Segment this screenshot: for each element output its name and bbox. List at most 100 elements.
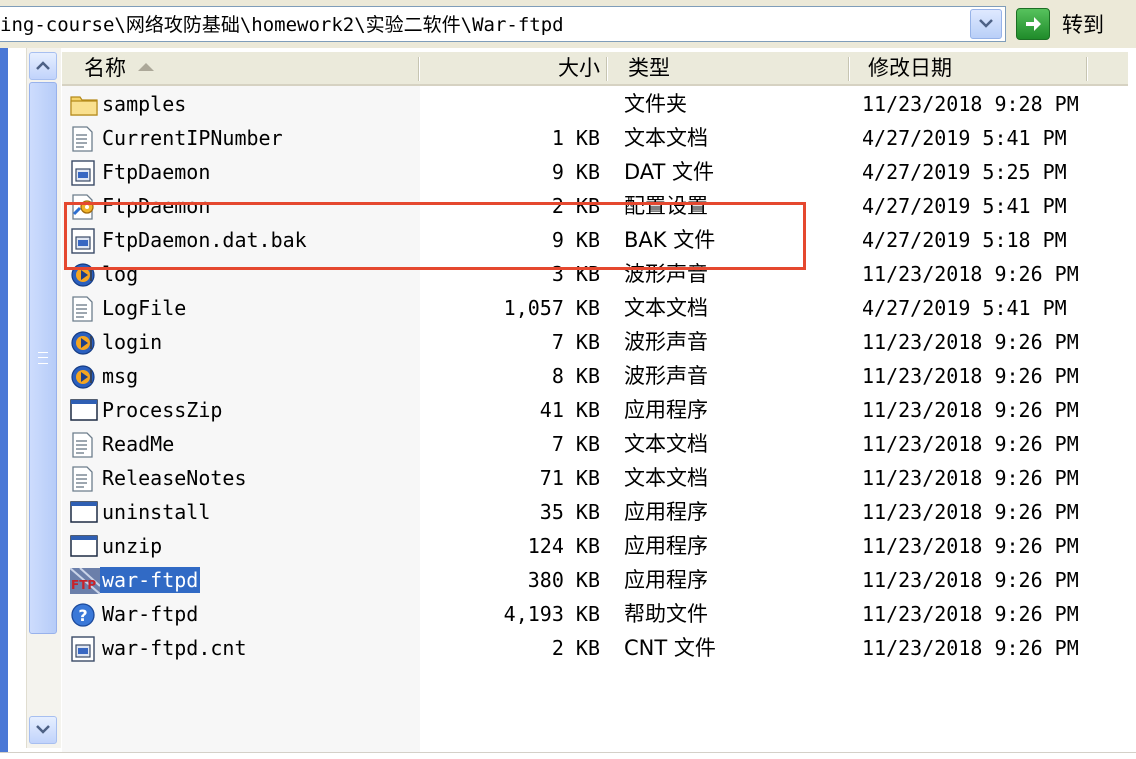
file-row[interactable]: log 3 KB 波形声音 11/23/2018 9:26 PM xyxy=(0,257,1136,291)
file-size: 3 KB xyxy=(551,262,600,286)
scroll-up-button[interactable] xyxy=(29,52,57,80)
generic-file-icon xyxy=(70,160,98,186)
file-size: 41 KB xyxy=(539,398,600,422)
file-row[interactable]: unzip 124 KB 应用程序 11/23/2018 9:26 PM xyxy=(0,529,1136,563)
file-row[interactable]: samples 文件夹 11/23/2018 9:28 PM xyxy=(0,87,1136,121)
go-button[interactable]: 转到 xyxy=(1016,7,1128,41)
generic-file-icon xyxy=(70,228,98,254)
file-type: 文本文档 xyxy=(624,296,708,320)
file-type: 波形声音 xyxy=(624,364,708,388)
file-date: 11/23/2018 9:26 PM xyxy=(862,466,1079,490)
file-date: 11/23/2018 9:26 PM xyxy=(862,432,1079,456)
go-label: 转到 xyxy=(1062,13,1104,37)
chevron-down-icon xyxy=(979,19,993,28)
file-type: 文本文档 xyxy=(624,466,708,490)
file-type: CNT 文件 xyxy=(624,636,716,660)
file-row[interactable]: FtpDaemon.dat.bak 9 KB BAK 文件 4/27/2019 5:1… xyxy=(0,223,1136,257)
file-row[interactable]: ReadMe 7 KB 文本文档 11/23/2018 9:26 PM xyxy=(0,427,1136,461)
file-type: 应用程序 xyxy=(624,398,708,422)
file-size: 7 KB xyxy=(551,330,600,354)
file-name[interactable]: log xyxy=(102,261,138,287)
file-type: 文件夹 xyxy=(624,92,687,116)
file-name[interactable]: samples xyxy=(102,91,186,117)
column-header-name-label: 名称 xyxy=(84,56,126,80)
folder-icon xyxy=(70,92,98,118)
svg-text:?: ? xyxy=(78,606,87,625)
file-row[interactable]: FtpDaemon 2 KB 配置设置 4/27/2019 5:41 PM xyxy=(0,189,1136,223)
file-row[interactable]: FtpDaemon 9 KB DAT 文件 4/27/2019 5:25 PM xyxy=(0,155,1136,189)
file-name[interactable]: FtpDaemon.dat.bak xyxy=(102,227,307,253)
file-size: 7 KB xyxy=(551,432,600,456)
file-type: 应用程序 xyxy=(624,534,708,558)
file-date: 11/23/2018 9:26 PM xyxy=(862,534,1079,558)
column-header-type[interactable]: 类型 xyxy=(628,52,838,84)
file-date: 11/23/2018 9:26 PM xyxy=(862,398,1079,422)
file-size: 9 KB xyxy=(551,160,600,184)
file-date: 4/27/2019 5:41 PM xyxy=(862,194,1067,218)
file-row[interactable]: war-ftpd.cnt 2 KB CNT 文件 11/23/2018 9:26 PM xyxy=(0,631,1136,665)
file-name[interactable]: FtpDaemon xyxy=(102,159,210,185)
config-file-icon xyxy=(70,194,98,220)
file-row[interactable]: CurrentIPNumber 1 KB 文本文档 4/27/2019 5:41 PM xyxy=(0,121,1136,155)
file-date: 4/27/2019 5:41 PM xyxy=(862,126,1067,150)
generic-file-icon xyxy=(70,636,98,662)
file-name[interactable]: ReadMe xyxy=(102,431,174,457)
file-size: 1,057 KB xyxy=(503,296,600,320)
file-size: 71 KB xyxy=(539,466,600,490)
file-name[interactable]: unzip xyxy=(102,533,162,559)
file-row[interactable]: uninstall 35 KB 应用程序 11/23/2018 9:26 PM xyxy=(0,495,1136,529)
file-name[interactable]: LogFile xyxy=(102,295,186,321)
file-row[interactable]: login 7 KB 波形声音 11/23/2018 9:26 PM xyxy=(0,325,1136,359)
file-name[interactable]: ReleaseNotes xyxy=(102,465,247,491)
file-date: 11/23/2018 9:26 PM xyxy=(862,330,1079,354)
svg-text:FTP: FTP xyxy=(71,578,96,592)
file-size: 8 KB xyxy=(551,364,600,388)
address-dropdown-button[interactable] xyxy=(970,9,1002,39)
file-date: 11/23/2018 9:26 PM xyxy=(862,568,1079,592)
file-row[interactable]: LogFile 1,057 KB 文本文档 4/27/2019 5:41 PM xyxy=(0,291,1136,325)
file-row[interactable]: ProcessZip 41 KB 应用程序 11/23/2018 9:26 PM xyxy=(0,393,1136,427)
address-field[interactable]: ing-course\网络攻防基础\homework2\实验二软件\War-ft… xyxy=(0,6,1006,42)
file-type: DAT 文件 xyxy=(624,160,715,184)
file-name[interactable]: ProcessZip xyxy=(102,397,222,423)
column-header-name[interactable]: 名称 xyxy=(84,52,414,84)
file-name[interactable]: war-ftpd.cnt xyxy=(102,635,247,661)
file-date: 4/27/2019 5:25 PM xyxy=(862,160,1067,184)
file-size: 2 KB xyxy=(551,194,600,218)
file-name[interactable]: msg xyxy=(102,363,138,389)
file-size: 2 KB xyxy=(551,636,600,660)
chevron-down-icon xyxy=(36,725,50,734)
file-name[interactable]: War-ftpd xyxy=(102,601,198,627)
application-icon xyxy=(70,398,98,424)
file-row[interactable]: ? War-ftpd 4,193 KB 帮助文件 11/23/2018 9:26 PM xyxy=(0,597,1136,631)
text-file-icon xyxy=(70,466,98,492)
file-date: 11/23/2018 9:26 PM xyxy=(862,500,1079,524)
scroll-down-button[interactable] xyxy=(29,716,57,744)
audio-file-icon xyxy=(70,330,98,356)
help-file-icon: ? xyxy=(70,602,98,628)
address-path[interactable]: ing-course\网络攻防基础\homework2\实验二软件\War-ft… xyxy=(0,13,960,37)
application-icon xyxy=(70,534,98,560)
file-date: 11/23/2018 9:26 PM xyxy=(862,364,1079,388)
column-header-date[interactable]: 修改日期 xyxy=(868,52,1078,84)
go-arrow-icon xyxy=(1016,8,1050,40)
file-name[interactable]: CurrentIPNumber xyxy=(102,125,283,151)
file-type: 应用程序 xyxy=(624,500,708,524)
file-type: 波形声音 xyxy=(624,262,708,286)
file-row[interactable]: FTP war-ftpd 380 KB 应用程序 11/23/2018 9:26 PM xyxy=(0,563,1136,597)
file-type: 帮助文件 xyxy=(624,602,708,626)
file-row[interactable]: ReleaseNotes 71 KB 文本文档 11/23/2018 9:26 PM xyxy=(0,461,1136,495)
file-name[interactable]: uninstall xyxy=(102,499,210,525)
text-file-icon xyxy=(70,432,98,458)
file-name[interactable]: FtpDaemon xyxy=(102,193,210,219)
column-header-size[interactable]: 大小 xyxy=(422,52,600,84)
ftp-app-icon: FTP xyxy=(69,567,101,595)
file-row[interactable]: msg 8 KB 波形声音 11/23/2018 9:26 PM xyxy=(0,359,1136,393)
file-size: 124 KB xyxy=(527,534,600,558)
file-size: 35 KB xyxy=(539,500,600,524)
column-header: 名称 大小 类型 修改日期 xyxy=(62,52,1128,86)
file-name[interactable]: war-ftpd xyxy=(100,567,201,593)
file-date: 4/27/2019 5:41 PM xyxy=(862,296,1067,320)
file-type: 文本文档 xyxy=(624,432,708,456)
file-name[interactable]: login xyxy=(102,329,162,355)
